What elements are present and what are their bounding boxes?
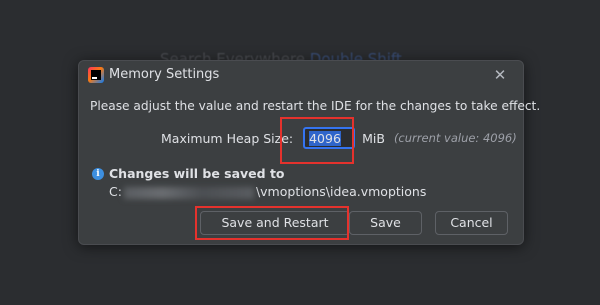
path-suffix: \vmoptions\idea.vmoptions xyxy=(255,184,427,199)
heap-size-label: Maximum Heap Size: xyxy=(161,130,294,146)
save-location-title: Changes will be saved to xyxy=(109,166,285,181)
cancel-button[interactable]: Cancel xyxy=(435,211,508,235)
close-icon[interactable]: ✕ xyxy=(491,66,509,84)
save-restart-highlight xyxy=(195,206,349,240)
current-value-note: (current value: 4096) xyxy=(393,131,517,145)
dialog-title: Memory Settings xyxy=(109,67,220,82)
dialog-title-bar[interactable]: Memory Settings ✕ xyxy=(79,61,523,91)
heap-input-highlight xyxy=(280,117,354,164)
info-icon: i xyxy=(92,168,104,180)
save-location-path: C: \vmoptions\idea.vmoptions xyxy=(109,184,426,199)
path-redacted xyxy=(123,186,254,199)
app-icon xyxy=(88,67,104,83)
path-prefix: C: xyxy=(109,184,122,199)
save-button[interactable]: Save xyxy=(349,211,422,235)
memory-settings-dialog: Memory Settings ✕ Please adjust the valu… xyxy=(78,60,540,245)
instruction-message: Please adjust the value and restart the … xyxy=(90,99,541,113)
heap-size-unit: MiB xyxy=(362,130,385,146)
